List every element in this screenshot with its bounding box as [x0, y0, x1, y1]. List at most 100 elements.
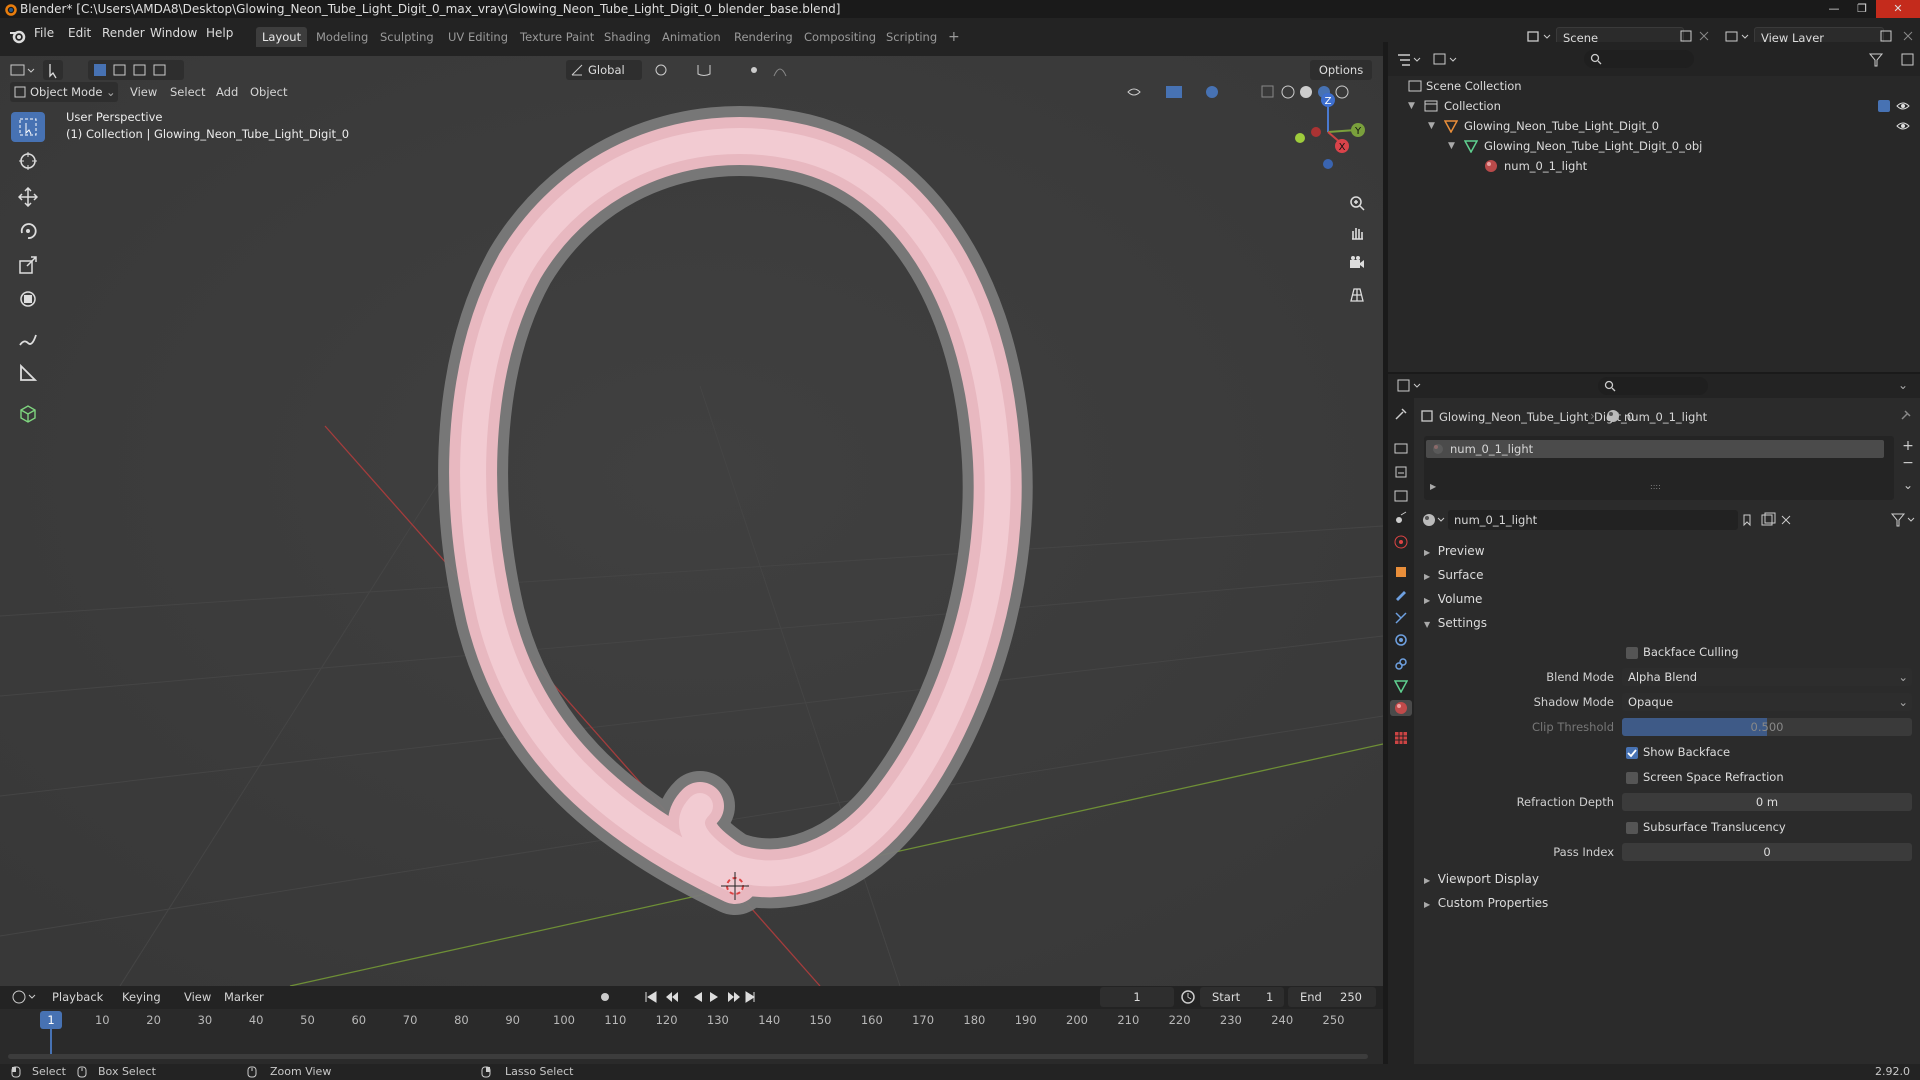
physics-tab-icon[interactable]: [1393, 632, 1409, 648]
tool-measure[interactable]: [11, 358, 45, 388]
close-button[interactable]: ✕: [1876, 0, 1920, 18]
eye-icon[interactable]: [1896, 100, 1910, 112]
render-tab-icon[interactable]: [1393, 440, 1409, 456]
minimize-button[interactable]: —: [1820, 0, 1848, 18]
filter-icon[interactable]: [1868, 52, 1916, 68]
timeline-menu-view[interactable]: View: [184, 990, 211, 1004]
material-filter-icon[interactable]: [1890, 512, 1918, 528]
constraints-tab-icon[interactable]: [1393, 656, 1409, 672]
viewport-menu-object[interactable]: Object: [250, 85, 287, 99]
panel-preview[interactable]: ▶ Preview: [1424, 544, 1485, 558]
menu-render[interactable]: Render: [102, 26, 145, 40]
timeline-menu-marker[interactable]: Marker: [224, 990, 264, 1004]
transform-orientation-dropdown[interactable]: Global: [566, 60, 642, 80]
material-slot-row[interactable]: num_0_1_light: [1426, 440, 1884, 458]
tool-cursor[interactable]: [11, 146, 45, 176]
remove-slot-button[interactable]: −: [1900, 456, 1916, 472]
timeline-scrollbar[interactable]: [8, 1054, 1368, 1059]
properties-editor[interactable]: ⌄ Glowing_Neon_Tube_Light_Digit_0 › num_…: [1388, 374, 1920, 1064]
object-tab-icon[interactable]: [1393, 564, 1409, 580]
outliner-row-material[interactable]: num_0_1_light: [1388, 156, 1920, 176]
tab-uv-editing[interactable]: UV Editing: [442, 27, 514, 47]
panel-settings[interactable]: ▼ Settings: [1424, 616, 1487, 630]
mode-dropdown[interactable]: Object Mode ⌄: [10, 82, 118, 102]
playback-controls[interactable]: [644, 990, 756, 1004]
outliner-row-object[interactable]: ▼ Glowing_Neon_Tube_Light_Digit_0: [1388, 116, 1920, 136]
timeline-ruler[interactable]: 1 10 20 30 40 50 60 70 80 90 100 110 120 130 140 150 160…: [0, 1009, 1383, 1064]
menu-help[interactable]: Help: [206, 26, 233, 40]
timeline-menu-keying[interactable]: Keying: [122, 990, 161, 1004]
material-tab-icon[interactable]: [1390, 700, 1412, 716]
navigation-gizmo[interactable]: Z Y X: [1284, 88, 1374, 178]
tool-annotate[interactable]: [11, 324, 45, 354]
tab-layout[interactable]: Layout: [256, 27, 308, 47]
expand-arrow-icon[interactable]: ▼: [1428, 116, 1435, 136]
eye-icon[interactable]: [1896, 120, 1910, 132]
shadow-mode-dropdown[interactable]: Opaque ⌄: [1622, 693, 1912, 711]
area-divider[interactable]: [1388, 372, 1920, 374]
panel-custom-properties[interactable]: ▶ Custom Properties: [1424, 896, 1548, 910]
menu-window[interactable]: Window: [150, 26, 197, 40]
select-tool-button[interactable]: [43, 60, 63, 80]
tool-rotate[interactable]: [11, 216, 45, 246]
properties-search-input[interactable]: [1598, 377, 1708, 395]
expand-arrow-icon[interactable]: ▼: [1408, 96, 1415, 116]
texture-tab-icon[interactable]: [1393, 730, 1409, 746]
record-icon[interactable]: [598, 990, 622, 1004]
tab-modeling[interactable]: Modeling: [310, 27, 374, 47]
panel-surface[interactable]: ▶ Surface: [1424, 568, 1484, 582]
perspective-toggle-button[interactable]: [1344, 282, 1370, 308]
timeline-menu-playback[interactable]: Playback: [52, 990, 103, 1004]
timeline-editor[interactable]: Playback Keying View Marker 1 Start 1 En…: [0, 986, 1383, 1064]
tool-transform[interactable]: [11, 284, 45, 314]
tab-rendering[interactable]: Rendering: [728, 27, 799, 47]
resize-handle-icon[interactable]: ::::: [1650, 482, 1661, 491]
menu-file[interactable]: File: [34, 26, 54, 40]
scene-tab-icon[interactable]: [1393, 510, 1409, 526]
tab-sculpting[interactable]: Sculpting: [374, 27, 440, 47]
output-tab-icon[interactable]: [1393, 464, 1409, 480]
view-layer-tab-icon[interactable]: [1393, 488, 1409, 504]
pass-index-field[interactable]: 0: [1622, 843, 1912, 861]
material-name-field[interactable]: num_0_1_light: [1448, 510, 1738, 530]
options-button[interactable]: Options: [1310, 60, 1372, 80]
backface-culling-checkbox[interactable]: [1626, 647, 1638, 659]
pan-view-button[interactable]: [1344, 220, 1370, 246]
maximize-button[interactable]: ❐: [1848, 0, 1876, 18]
show-backface-checkbox[interactable]: [1626, 747, 1638, 759]
panel-viewport-display[interactable]: ▶ Viewport Display: [1424, 872, 1539, 886]
modifier-tab-icon[interactable]: [1393, 586, 1409, 602]
3d-viewport[interactable]: Global Options Object Mode ⌄ View Select…: [0, 56, 1383, 986]
menu-edit[interactable]: Edit: [68, 26, 91, 40]
editor-type-icon[interactable]: [10, 62, 38, 78]
world-tab-icon[interactable]: [1393, 534, 1409, 550]
tool-scale[interactable]: [11, 250, 45, 280]
display-mode-icon[interactable]: [1432, 52, 1460, 68]
slot-specials-button[interactable]: ⌄: [1900, 478, 1916, 494]
collection-exclude-checkbox[interactable]: [1878, 100, 1890, 112]
tool-tab-icon[interactable]: [1393, 406, 1409, 422]
camera-view-button[interactable]: [1344, 250, 1370, 276]
browse-material-icon[interactable]: [1422, 513, 1446, 527]
outliner[interactable]: Scene Collection ▼ Collection ▼ Glowing_…: [1388, 42, 1920, 372]
viewport-menu-add[interactable]: Add: [216, 85, 238, 99]
tool-move[interactable]: [11, 182, 45, 212]
zoom-view-button[interactable]: [1344, 190, 1370, 216]
outliner-search-input[interactable]: [1584, 50, 1694, 68]
chevron-down-icon[interactable]: ⌄: [1898, 378, 1908, 392]
blender-menu-icon[interactable]: [9, 27, 27, 45]
pin-icon[interactable]: [1898, 409, 1912, 423]
material-datablock-buttons[interactable]: [1740, 512, 1796, 528]
subsurface-translucency-checkbox[interactable]: [1626, 822, 1638, 834]
expand-arrow-icon[interactable]: ▶: [1430, 482, 1436, 491]
expand-arrow-icon[interactable]: ▼: [1448, 136, 1455, 156]
add-slot-button[interactable]: +: [1900, 438, 1916, 454]
screen-space-refraction-checkbox[interactable]: [1626, 772, 1638, 784]
outliner-row-mesh[interactable]: ▼ Glowing_Neon_Tube_Light_Digit_0_obj: [1388, 136, 1920, 156]
clip-threshold-slider[interactable]: 0.500: [1622, 718, 1912, 736]
refraction-depth-field[interactable]: 0 m: [1622, 793, 1912, 811]
outliner-editor-type-icon[interactable]: [1396, 52, 1424, 68]
tool-add-cube[interactable]: [11, 398, 45, 428]
tab-scripting[interactable]: Scripting: [880, 27, 943, 47]
material-slot-list[interactable]: num_0_1_light ▶ ::::: [1424, 436, 1894, 500]
